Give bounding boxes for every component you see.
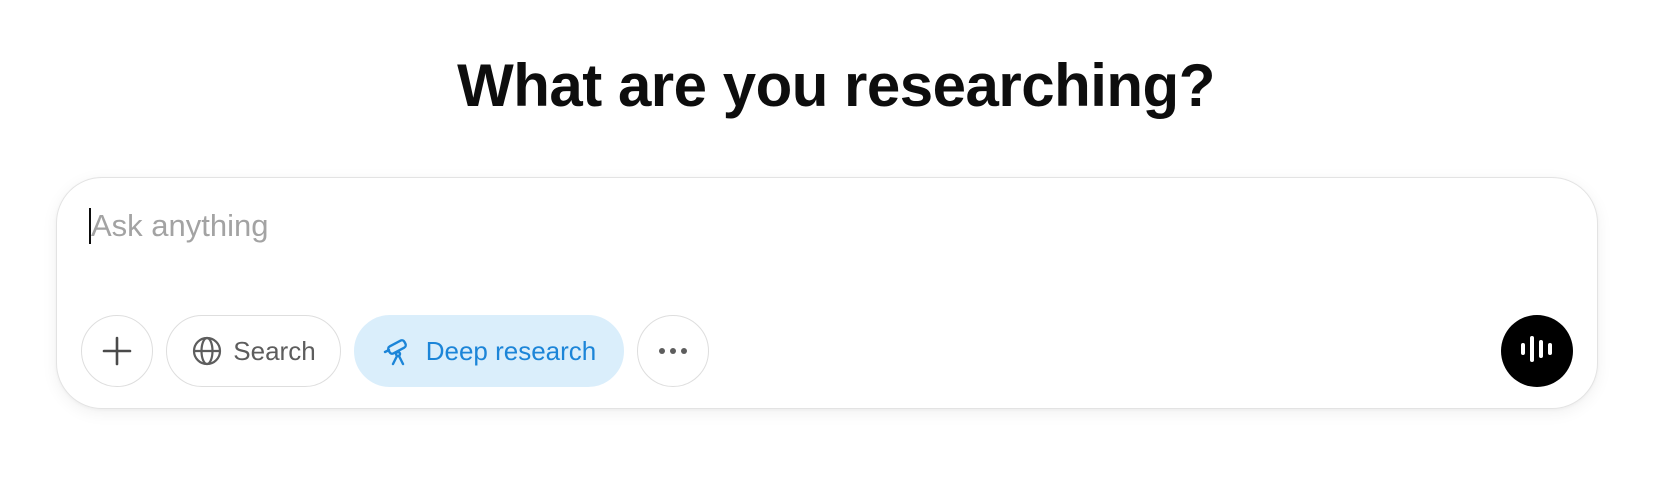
plus-icon xyxy=(102,336,132,366)
page-title: What are you researching? xyxy=(457,52,1215,119)
composer-toolbar: Search Deep research xyxy=(81,315,709,387)
globe-icon xyxy=(191,335,223,367)
more-options-button[interactable] xyxy=(637,315,709,387)
prompt-input[interactable]: Ask anything xyxy=(89,208,269,244)
voice-mode-button[interactable] xyxy=(1501,315,1573,387)
waveform-icon xyxy=(1519,334,1555,369)
deep-research-button-label: Deep research xyxy=(425,335,597,366)
page: What are you researching? Ask anything S… xyxy=(0,0,1672,496)
prompt-placeholder: Ask anything xyxy=(91,208,269,243)
ellipsis-icon xyxy=(657,347,689,355)
prompt-composer: Ask anything Search Deep research xyxy=(56,177,1598,409)
telescope-icon xyxy=(382,335,414,367)
add-attachment-button[interactable] xyxy=(81,315,153,387)
deep-research-button[interactable]: Deep research xyxy=(354,315,624,387)
search-button[interactable]: Search xyxy=(166,315,341,387)
search-button-label: Search xyxy=(233,335,316,366)
